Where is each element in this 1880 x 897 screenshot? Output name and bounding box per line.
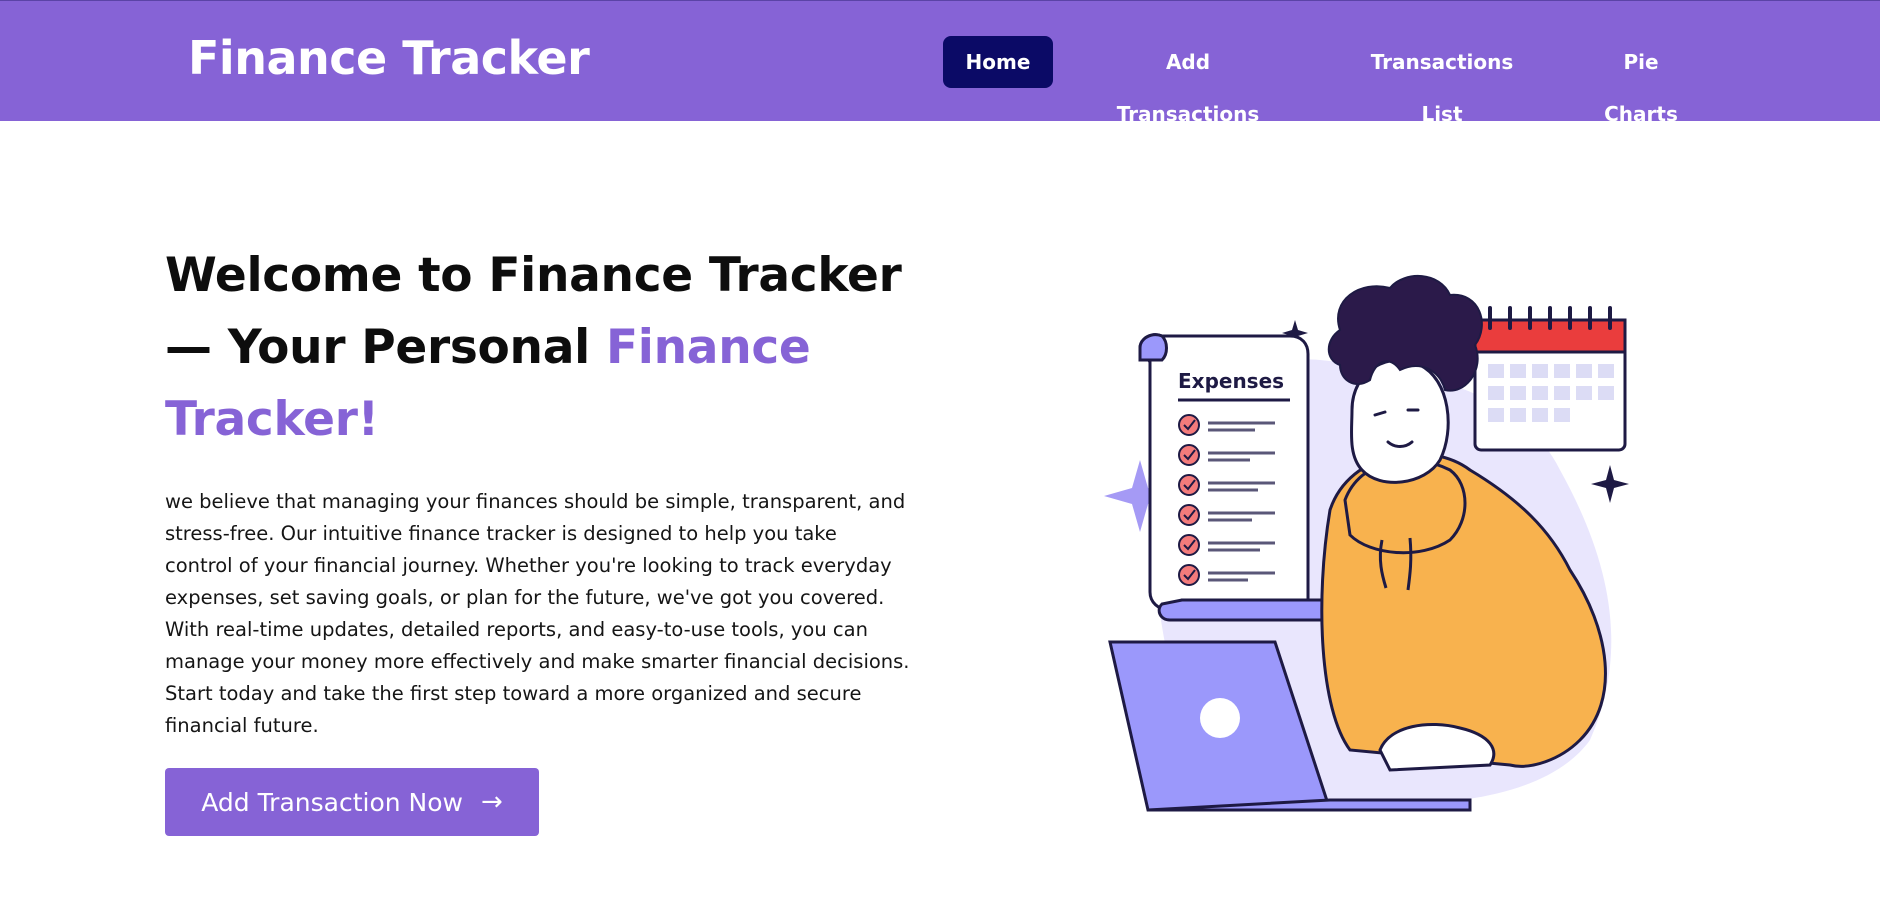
nav-transactions-list[interactable]: Transactions List — [1347, 36, 1537, 126]
finance-illustration: Expenses — [1104, 275, 1629, 812]
cta-label: Add Transaction Now — [201, 787, 463, 817]
arrow-right-icon: → — [480, 787, 503, 817]
hero-description: we believe that managing your finances s… — [165, 490, 910, 737]
hero-title-accent-1: Finance — [606, 320, 811, 375]
receipt-icon: Expenses — [1138, 333, 1333, 622]
nav-home[interactable]: Home — [943, 36, 1053, 88]
calendar-icon — [1473, 306, 1627, 452]
hero-title-line2: — Your Personal — [165, 320, 606, 375]
add-transaction-now-button[interactable]: Add Transaction Now → — [165, 768, 539, 836]
hero-title-line1: Welcome to Finance Tracker — [165, 248, 902, 303]
brand-logo[interactable]: Finance Tracker — [188, 31, 590, 85]
nav-add-transactions[interactable]: Add Transactions — [1098, 36, 1278, 126]
nav-pie-charts[interactable]: Pie Charts — [1588, 36, 1694, 126]
navbar: Finance Tracker Home Add Transactions Tr… — [0, 0, 1880, 126]
hero-title-accent-2: Tracker! — [165, 392, 379, 447]
expenses-label: Expenses — [1178, 369, 1284, 393]
hero-title: Welcome to Finance Tracker — Your Person… — [165, 240, 925, 456]
